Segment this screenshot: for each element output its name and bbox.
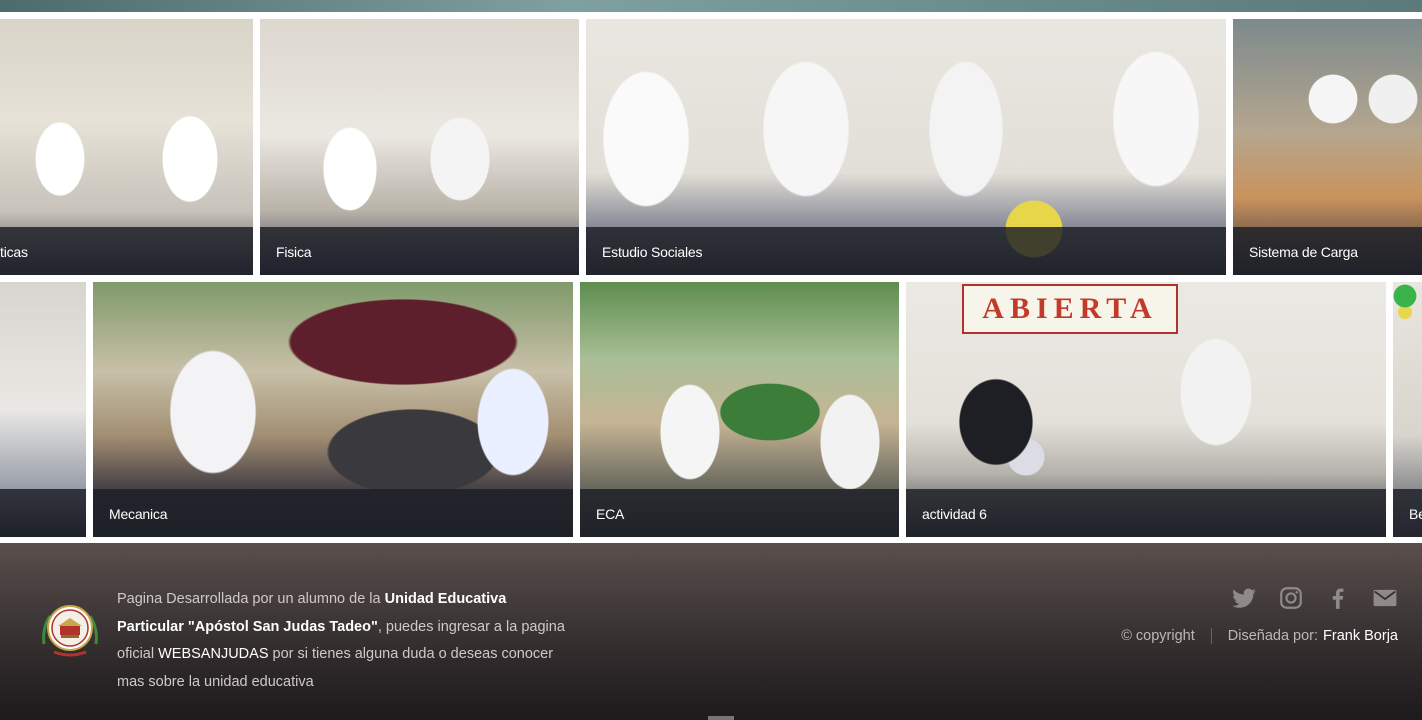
gallery-caption: Be: [1409, 506, 1422, 522]
gallery-item[interactable]: ticas: [0, 19, 253, 275]
caption-bar: [0, 227, 253, 275]
gallery-caption: Mecanica: [109, 506, 168, 522]
gallery-item-actividad-6[interactable]: ABIERTA actividad 6: [906, 282, 1386, 537]
gallery-item-mecanica[interactable]: Mecanica: [93, 282, 573, 537]
school-logo: [40, 600, 100, 658]
footer: Pagina Desarrollada por un alumno de la …: [0, 543, 1422, 720]
caption-bar: [0, 489, 86, 537]
gallery-caption: ECA: [596, 506, 625, 522]
gallery-item[interactable]: Be: [1393, 282, 1422, 537]
gallery-caption: actividad 6: [922, 506, 987, 522]
facebook-icon[interactable]: [1325, 585, 1351, 611]
gallery-item[interactable]: [0, 282, 86, 537]
mail-icon[interactable]: [1372, 585, 1398, 611]
instagram-icon[interactable]: [1278, 585, 1304, 611]
caption-bar: [580, 489, 899, 537]
twitter-icon[interactable]: [1231, 585, 1257, 611]
gallery-caption: Sistema de Carga: [1249, 244, 1358, 260]
scroll-indicator[interactable]: [708, 716, 734, 720]
designer-name[interactable]: Frank Borja: [1323, 628, 1398, 644]
gallery-caption: Fisica: [276, 244, 312, 260]
credits: © copyright Diseñada por: Frank Borja: [1121, 626, 1398, 646]
gallery-item-fisica[interactable]: Fisica: [260, 19, 579, 275]
social-links: [1231, 585, 1398, 611]
about-intro: Pagina Desarrollada por un alumno de la: [117, 591, 385, 607]
credits-divider: [1210, 628, 1212, 644]
banner-sign: ABIERTA: [962, 284, 1178, 334]
websanjudas-link[interactable]: WEBSANJUDAS: [158, 646, 268, 662]
about-text: Pagina Desarrollada por un alumno de la …: [117, 586, 577, 696]
gallery-item-estudio-sociales[interactable]: Estudio Sociales: [586, 19, 1226, 275]
gallery-item-eca[interactable]: ECA: [580, 282, 899, 537]
copyright-text: © copyright: [1121, 628, 1195, 644]
header-strip: [0, 0, 1422, 12]
gallery-item-sistema-de-carga[interactable]: Sistema de Carga: [1233, 19, 1422, 275]
gallery-caption: ticas: [0, 244, 28, 260]
designed-by-label: Diseñada por:: [1227, 628, 1319, 644]
gallery-caption: Estudio Sociales: [602, 244, 703, 260]
